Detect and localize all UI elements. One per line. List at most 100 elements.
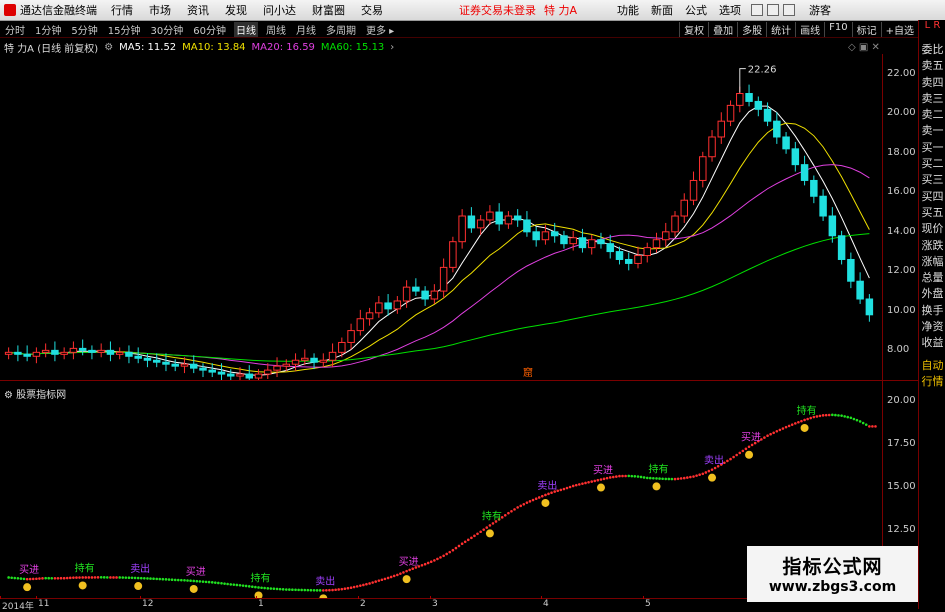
candle-body[interactable]: [791, 148, 800, 166]
candle-body[interactable]: [745, 93, 753, 102]
tool-biaoji[interactable]: 标记: [851, 21, 881, 37]
candle-body[interactable]: [606, 243, 614, 253]
candle-body[interactable]: [264, 369, 272, 375]
candle-body[interactable]: [152, 359, 161, 363]
candle-body[interactable]: [143, 357, 152, 361]
candle-body[interactable]: [421, 290, 429, 300]
period-multi[interactable]: 多周期: [324, 22, 358, 37]
candle-body[interactable]: [532, 231, 540, 241]
candle-body[interactable]: [439, 266, 448, 292]
candle-body[interactable]: [430, 290, 439, 300]
candle-body[interactable]: [180, 363, 189, 367]
login-status[interactable]: 证券交易未登录: [459, 2, 536, 18]
period-fenshi[interactable]: 分时: [3, 22, 27, 37]
side-item[interactable]: 涨跌: [919, 238, 945, 254]
candle-body[interactable]: [856, 280, 864, 300]
candle-body[interactable]: [578, 237, 587, 249]
tool-huaxian[interactable]: 画线: [795, 21, 824, 37]
candle-body[interactable]: [23, 353, 31, 357]
candle-body[interactable]: [652, 239, 661, 249]
candle-body[interactable]: [504, 215, 513, 225]
menu-xinmian[interactable]: 新面: [651, 2, 673, 18]
candle-body[interactable]: [495, 211, 503, 225]
candle-body[interactable]: [671, 215, 679, 233]
period-daily[interactable]: 日线: [233, 21, 258, 37]
candle-body[interactable]: [569, 237, 577, 245]
candle-body[interactable]: [328, 351, 337, 361]
legend-arrow-icon[interactable]: ›: [390, 42, 394, 53]
side-item[interactable]: 买三: [919, 172, 945, 188]
side-item[interactable]: 外盘: [919, 286, 945, 302]
close-icon[interactable]: [783, 4, 796, 16]
candle-body[interactable]: [162, 361, 170, 365]
menu-item-hangqing[interactable]: 行情: [111, 2, 133, 18]
pane-separator[interactable]: [0, 380, 918, 381]
candle-body[interactable]: [51, 349, 59, 355]
period-weekly[interactable]: 周线: [264, 22, 288, 37]
candle-body[interactable]: [458, 215, 466, 243]
candle-body[interactable]: [356, 318, 365, 332]
candle-body[interactable]: [560, 235, 568, 245]
candle-body[interactable]: [236, 373, 244, 377]
period-5min[interactable]: 5分钟: [69, 22, 99, 37]
period-monthly[interactable]: 月线: [294, 22, 318, 37]
candle-body[interactable]: [14, 351, 22, 355]
candle-body[interactable]: [88, 349, 96, 353]
candle-body[interactable]: [384, 302, 392, 310]
candle-body[interactable]: [245, 373, 254, 379]
candle-body[interactable]: [662, 231, 670, 241]
candle-body[interactable]: [412, 286, 420, 292]
candle-body[interactable]: [513, 215, 522, 221]
candle-body[interactable]: [726, 104, 735, 122]
candle-body[interactable]: [773, 120, 781, 138]
menu-item-shichang[interactable]: 市场: [149, 2, 171, 18]
candle-body[interactable]: [810, 179, 818, 197]
candle-body[interactable]: [208, 369, 216, 373]
candle-body[interactable]: [41, 349, 50, 353]
menu-xuanxiang[interactable]: 选项: [719, 2, 741, 18]
menu-item-wenxiaoda[interactable]: 问小达: [263, 2, 296, 18]
tool-fuquan[interactable]: 复权: [679, 21, 708, 37]
candle-body[interactable]: [319, 359, 328, 363]
side-item[interactable]: 卖五: [919, 58, 945, 74]
side-item[interactable]: 买五: [919, 205, 945, 221]
side-tab[interactable]: 自动: [919, 358, 945, 374]
side-item[interactable]: 买二: [919, 156, 945, 172]
period-60min[interactable]: 60分钟: [191, 22, 228, 37]
candle-body[interactable]: [338, 341, 346, 353]
candle-body[interactable]: [171, 363, 179, 367]
tool-duogu[interactable]: 多股: [737, 21, 766, 37]
side-item[interactable]: 委比: [919, 42, 945, 58]
candle-body[interactable]: [115, 351, 124, 355]
side-tab[interactable]: 行情: [919, 374, 945, 390]
side-item[interactable]: 净资: [919, 319, 945, 335]
menu-item-jiaoyi[interactable]: 交易: [361, 2, 383, 18]
side-item[interactable]: 涨幅: [919, 254, 945, 270]
candle-body[interactable]: [449, 241, 457, 268]
candle-body[interactable]: [97, 349, 105, 353]
candle-body[interactable]: [217, 371, 226, 375]
candle-body[interactable]: [291, 359, 300, 365]
side-item[interactable]: 现价: [919, 221, 945, 237]
candle-body[interactable]: [78, 347, 87, 351]
candle-body[interactable]: [273, 365, 281, 371]
menu-gongneng[interactable]: 功能: [617, 2, 639, 18]
side-item[interactable]: 卖二: [919, 107, 945, 123]
minimize-icon[interactable]: [751, 4, 764, 16]
candle-body[interactable]: [736, 93, 744, 106]
candle-body[interactable]: [865, 298, 874, 316]
candle-body[interactable]: [782, 136, 790, 150]
candle-body[interactable]: [523, 219, 531, 233]
candle-body[interactable]: [800, 164, 809, 181]
tool-zixuan[interactable]: +自选: [880, 21, 918, 37]
period-more[interactable]: 更多: [364, 22, 396, 37]
candle-body[interactable]: [550, 231, 559, 237]
candle-body[interactable]: [125, 351, 133, 357]
candle-body[interactable]: [699, 156, 707, 181]
maximize-icon[interactable]: [767, 4, 780, 16]
menu-gongshi[interactable]: 公式: [685, 2, 707, 18]
candle-body[interactable]: [4, 351, 13, 355]
candle-body[interactable]: [467, 215, 476, 229]
menu-item-faxian[interactable]: 发现: [225, 2, 247, 18]
candle-body[interactable]: [689, 179, 698, 201]
